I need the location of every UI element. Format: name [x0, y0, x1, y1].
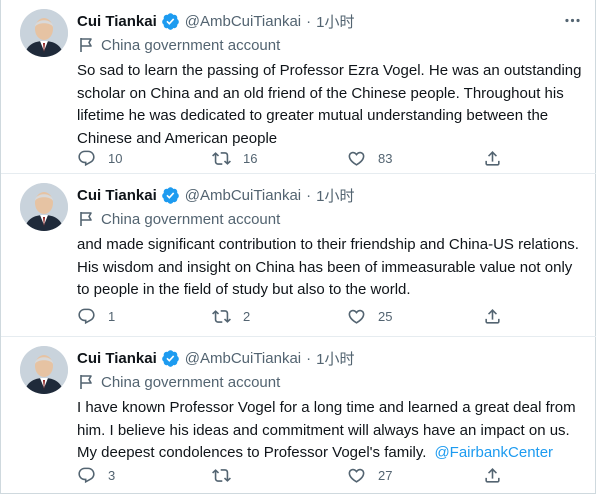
verified-badge-icon — [161, 12, 180, 31]
share-button[interactable] — [483, 146, 502, 170]
avatar[interactable] — [20, 346, 68, 394]
retweet-icon — [212, 309, 231, 323]
reply-count: 3 — [108, 467, 116, 483]
verified-badge-icon — [161, 349, 180, 368]
timeline: Cui Tiankai @AmbCuiTiankai · 1小时 China g… — [0, 0, 596, 494]
tweet-actions: 10 16 83 — [77, 146, 517, 170]
tweet-header: Cui Tiankai @AmbCuiTiankai · 1小时 — [77, 184, 354, 206]
like-count: 27 — [378, 467, 393, 483]
tweet-actions: 1 2 25 — [77, 304, 517, 328]
reply-button[interactable]: 1 — [77, 304, 115, 328]
retweet-button[interactable] — [212, 463, 243, 487]
reply-button[interactable]: 3 — [77, 463, 115, 487]
tweet[interactable]: Cui Tiankai @AmbCuiTiankai · 1小时 China g… — [1, 337, 596, 494]
timestamp[interactable]: 1小时 — [316, 11, 354, 32]
government-label-text: China government account — [101, 373, 281, 391]
like-icon — [348, 151, 365, 166]
flag-icon — [80, 38, 92, 52]
author-handle[interactable]: @AmbCuiTiankai — [185, 187, 301, 204]
avatar[interactable] — [20, 9, 68, 57]
separator-dot: · — [306, 349, 312, 367]
timestamp[interactable]: 1小时 — [316, 185, 354, 206]
government-label[interactable]: China government account — [77, 35, 280, 55]
separator-dot: · — [306, 186, 312, 204]
like-button[interactable]: 27 — [347, 463, 392, 487]
government-label[interactable]: China government account — [77, 209, 280, 229]
author-handle[interactable]: @AmbCuiTiankai — [185, 350, 301, 367]
share-icon — [485, 308, 500, 324]
retweet-icon — [212, 468, 231, 482]
reply-icon — [78, 308, 95, 324]
verified-badge-icon — [161, 186, 180, 205]
like-count: 83 — [378, 150, 393, 166]
tweet-text: I have known Professor Vogel for a long … — [77, 397, 589, 465]
share-icon — [485, 150, 500, 166]
like-button[interactable]: 25 — [347, 304, 392, 328]
government-label[interactable]: China government account — [77, 372, 280, 392]
author-name[interactable]: Cui Tiankai — [77, 187, 157, 204]
like-button[interactable]: 83 — [347, 146, 392, 170]
avatar[interactable] — [20, 183, 68, 231]
tweet-text-content: So sad to learn the passing of Professor… — [77, 62, 582, 147]
government-label-text: China government account — [101, 36, 281, 54]
share-button[interactable] — [483, 304, 502, 328]
tweet-actions: 3 27 — [77, 463, 517, 487]
like-count: 25 — [378, 308, 393, 324]
author-name[interactable]: Cui Tiankai — [77, 350, 157, 367]
like-icon — [348, 468, 365, 483]
tweet-header: Cui Tiankai @AmbCuiTiankai · 1小时 — [77, 347, 354, 369]
flag-icon — [80, 212, 92, 226]
like-icon — [348, 309, 365, 324]
flag-icon — [80, 375, 92, 389]
share-icon — [485, 467, 500, 483]
separator-dot: · — [306, 12, 312, 30]
government-label-text: China government account — [101, 210, 281, 228]
tweet-text-content: and made significant contribution to the… — [77, 236, 579, 298]
reply-count: 10 — [108, 150, 123, 166]
reply-icon — [78, 150, 95, 166]
retweet-button[interactable]: 16 — [212, 146, 257, 170]
mention-link[interactable]: @FairbankCenter — [434, 444, 553, 461]
timestamp[interactable]: 1小时 — [316, 348, 354, 369]
reply-button[interactable]: 10 — [77, 146, 122, 170]
retweet-count: 16 — [243, 150, 258, 166]
reply-count: 1 — [108, 308, 116, 324]
tweet[interactable]: Cui Tiankai @AmbCuiTiankai · 1小时 China g… — [1, 0, 596, 174]
reply-icon — [78, 467, 95, 483]
share-button[interactable] — [483, 463, 502, 487]
retweet-icon — [212, 151, 231, 165]
retweet-button[interactable]: 2 — [212, 304, 250, 328]
tweet[interactable]: Cui Tiankai @AmbCuiTiankai · 1小时 China g… — [1, 174, 596, 337]
more-icon[interactable] — [561, 9, 583, 31]
retweet-count: 2 — [243, 308, 251, 324]
tweet-text: and made significant contribution to the… — [77, 234, 589, 302]
tweet-text: So sad to learn the passing of Professor… — [77, 60, 589, 150]
tweet-header: Cui Tiankai @AmbCuiTiankai · 1小时 — [77, 10, 354, 32]
author-handle[interactable]: @AmbCuiTiankai — [185, 13, 301, 30]
author-name[interactable]: Cui Tiankai — [77, 13, 157, 30]
